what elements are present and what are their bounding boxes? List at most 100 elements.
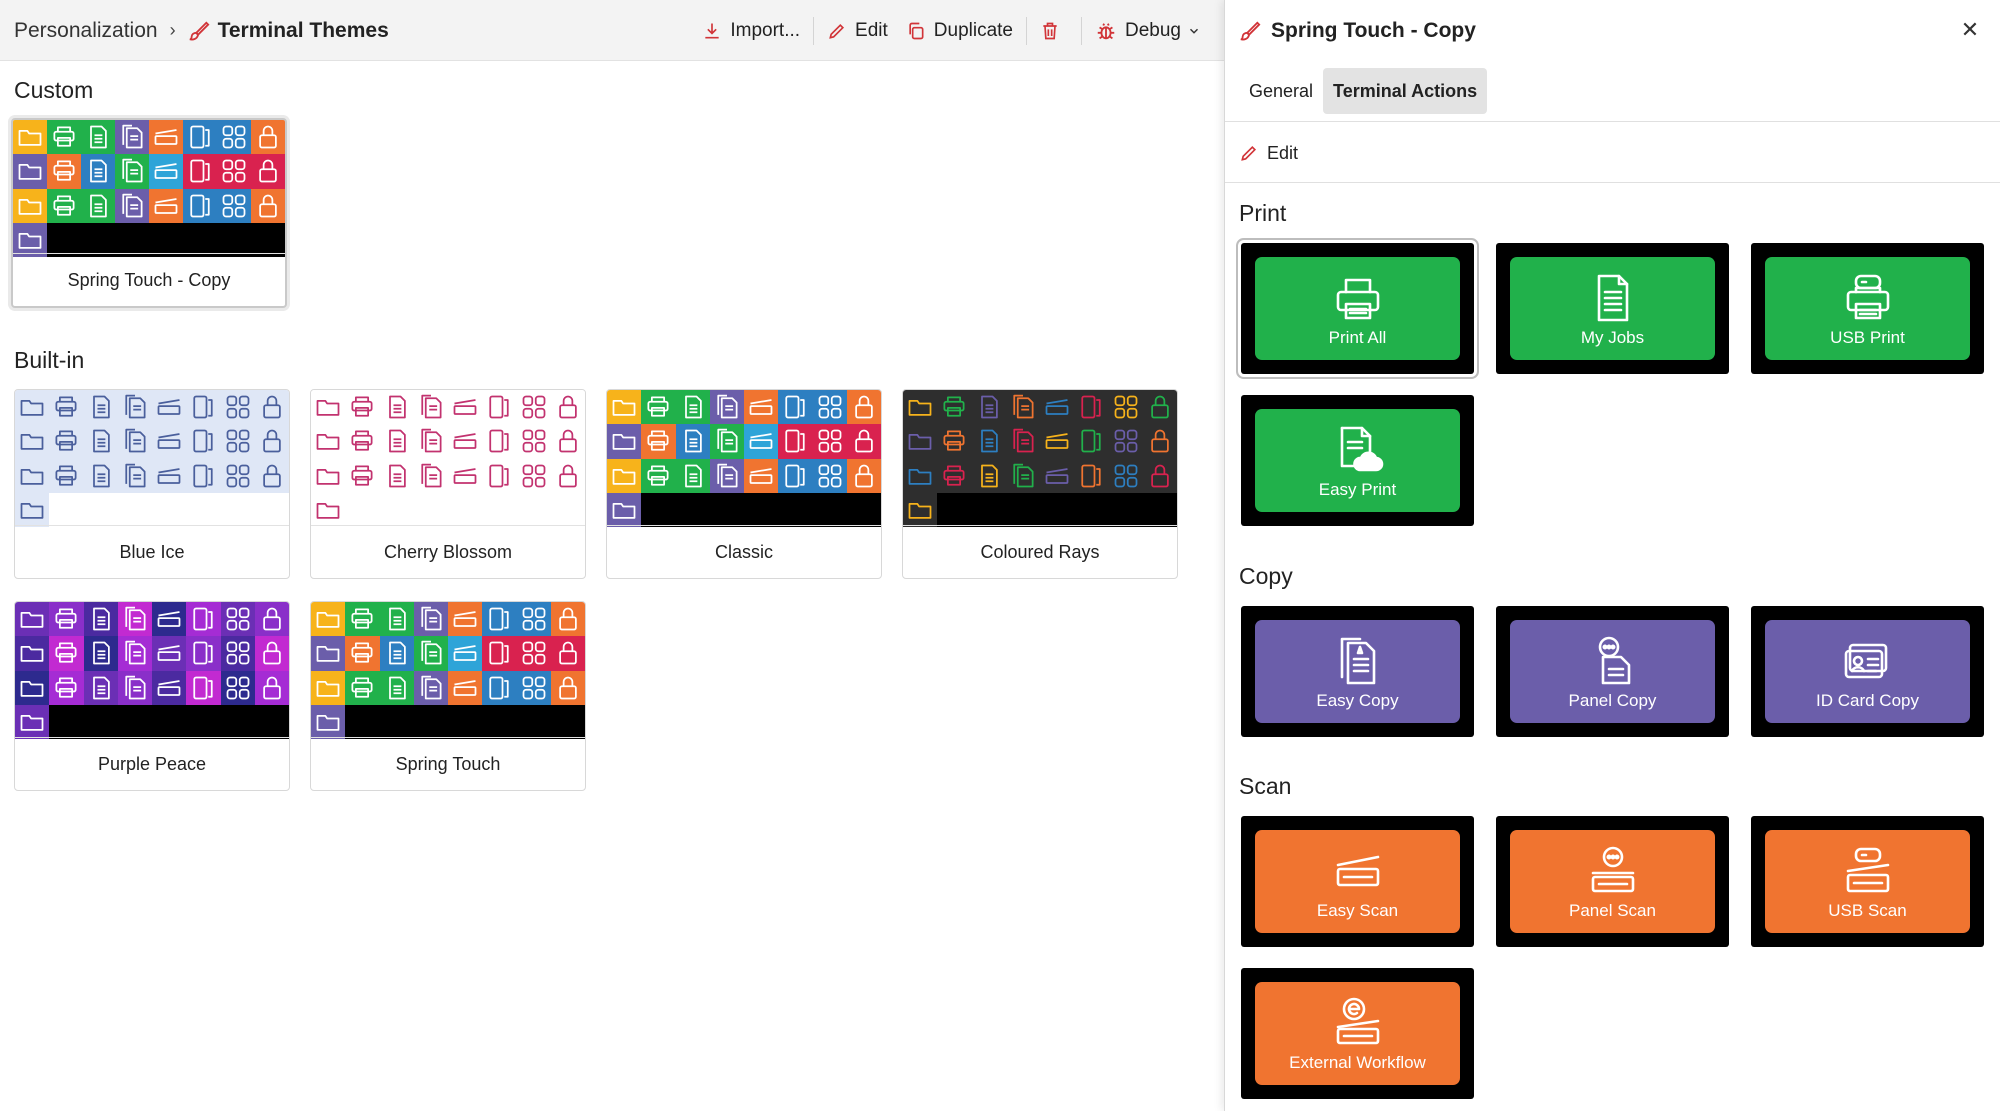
theme-glyph-icon (818, 464, 841, 487)
thumbnail-tile (1108, 458, 1143, 493)
theme-glyph-icon (453, 399, 477, 415)
thumbnail-tile (448, 458, 483, 493)
theme-glyph-icon (421, 641, 442, 665)
theme-glyph-icon (489, 430, 509, 453)
theme-glyph-icon (125, 463, 146, 487)
theme-glyph-icon (125, 675, 146, 699)
theme-glyph-icon (855, 464, 873, 487)
theme-thumbnail (607, 390, 881, 527)
theme-card-blue-ice[interactable]: Blue Ice (14, 389, 290, 579)
theme-glyph-icon (193, 395, 213, 419)
theme-name: Cherry Blossom (311, 525, 585, 578)
action-panel-scan[interactable]: Panel Scan (1496, 816, 1729, 947)
theme-name: Spring Touch (311, 737, 585, 790)
action-easy-scan[interactable]: Easy Scan (1241, 816, 1474, 947)
copy-document-icon (1340, 637, 1375, 684)
thumbnail-tile (379, 424, 414, 459)
thumbnail-tile (13, 154, 47, 189)
theme-glyph-icon (55, 465, 77, 486)
thumbnail-tile (413, 602, 448, 637)
theme-glyph-icon (559, 607, 577, 631)
thumbnail-tile (1040, 390, 1075, 425)
action-my-jobs[interactable]: My Jobs (1496, 243, 1729, 374)
thumbnail-tile (971, 424, 1006, 459)
theme-glyph-icon (785, 464, 805, 487)
delete-button[interactable] (1031, 11, 1077, 51)
thumbnail-tile (550, 670, 585, 705)
theme-glyph-icon (453, 679, 477, 696)
theme-glyph-icon (749, 399, 773, 415)
theme-card-spring-touch[interactable]: Spring Touch (310, 601, 586, 791)
theme-glyph-icon (226, 607, 249, 631)
thumbnail-tile (115, 188, 149, 223)
section-custom-heading: Custom (14, 77, 94, 103)
thumbnail-tile (413, 390, 448, 425)
theme-glyph-icon (818, 430, 841, 453)
tab-terminal-actions[interactable]: Terminal Actions (1323, 68, 1488, 114)
action-tile-face: Panel Copy (1510, 620, 1715, 723)
chevron-right-icon: › (169, 20, 176, 40)
tab-general[interactable]: General (1239, 68, 1323, 114)
theme-glyph-icon (943, 465, 965, 486)
thumbnail-tile (49, 670, 84, 705)
theme-glyph-icon (717, 463, 738, 487)
theme-glyph-icon (1045, 433, 1069, 450)
thumbnail-tile (186, 492, 221, 527)
duplicate-button[interactable]: Duplicate (897, 11, 1022, 51)
action-usb-print[interactable]: USB Print (1751, 243, 1984, 374)
theme-glyph-icon (154, 163, 178, 180)
thumbnail-tile (49, 704, 84, 739)
theme-glyph-icon (157, 645, 181, 662)
theme-glyph-icon (20, 434, 44, 451)
thumbnail-tile (15, 492, 50, 527)
theme-glyph-icon (157, 611, 181, 627)
action-print-all[interactable]: Print All (1241, 243, 1474, 374)
breadcrumb-personalization[interactable]: Personalization (14, 19, 158, 43)
thumbnail-tile (379, 458, 414, 493)
panel-title: Spring Touch - Copy (1271, 18, 1476, 42)
action-external-workflow[interactable]: External Workflow (1241, 968, 1474, 1099)
theme-card-cherry-blossom[interactable]: Cherry Blossom (310, 389, 586, 579)
theme-glyph-icon (1081, 395, 1101, 419)
thumbnail-tile (183, 222, 217, 257)
download-icon (705, 23, 720, 38)
theme-glyph-icon (193, 676, 213, 699)
theme-card-purple-peace[interactable]: Purple Peace (14, 601, 290, 791)
edit-button[interactable]: Edit (818, 11, 897, 51)
thumbnail-tile (778, 390, 813, 425)
action-usb-scan[interactable]: USB Scan (1751, 816, 1984, 947)
thumbnail-tile (709, 492, 744, 527)
thumbnail-tile (778, 458, 813, 493)
theme-card-spring-touch-copy[interactable]: Spring Touch - Copy (11, 118, 287, 308)
panel-copy-icon (1598, 636, 1630, 684)
thumbnail-tile (117, 492, 152, 527)
panel-edit-button[interactable]: Edit (1239, 135, 1298, 171)
theme-card-classic[interactable]: Classic (606, 389, 882, 579)
debug-dropdown[interactable]: Debug (1086, 11, 1210, 51)
thumbnail-tile (311, 670, 346, 705)
thumbnail-tile (49, 602, 84, 637)
import-button[interactable]: Import... (693, 11, 809, 51)
thumbnail-tile (49, 424, 84, 459)
thumbnail-tile (186, 424, 221, 459)
thumbnail-tile (47, 222, 81, 257)
pencil-icon (1241, 145, 1257, 161)
thumbnail-tile (220, 492, 255, 527)
close-button[interactable]: ✕ (1954, 14, 1986, 46)
action-id-card-copy[interactable]: ID Card Copy (1751, 606, 1984, 737)
thumbnail-tile (345, 424, 380, 459)
action-easy-copy[interactable]: Easy Copy (1241, 606, 1474, 737)
thumbnail-tile (152, 636, 187, 671)
toolbar-divider (813, 16, 815, 45)
theme-card-coloured-rays[interactable]: Coloured Rays (902, 389, 1178, 579)
theme-glyph-icon (90, 125, 107, 149)
edit-label: Edit (855, 19, 888, 41)
close-icon: ✕ (1960, 17, 1980, 42)
action-easy-print[interactable]: Easy Print (1241, 395, 1474, 526)
theme-glyph-icon (453, 611, 477, 627)
theme-glyph-icon (647, 396, 669, 417)
action-tile-face: Easy Scan (1255, 830, 1460, 933)
action-panel-copy[interactable]: Panel Copy (1496, 606, 1729, 737)
thumbnail-tile (482, 424, 517, 459)
theme-glyph-icon (421, 606, 442, 631)
